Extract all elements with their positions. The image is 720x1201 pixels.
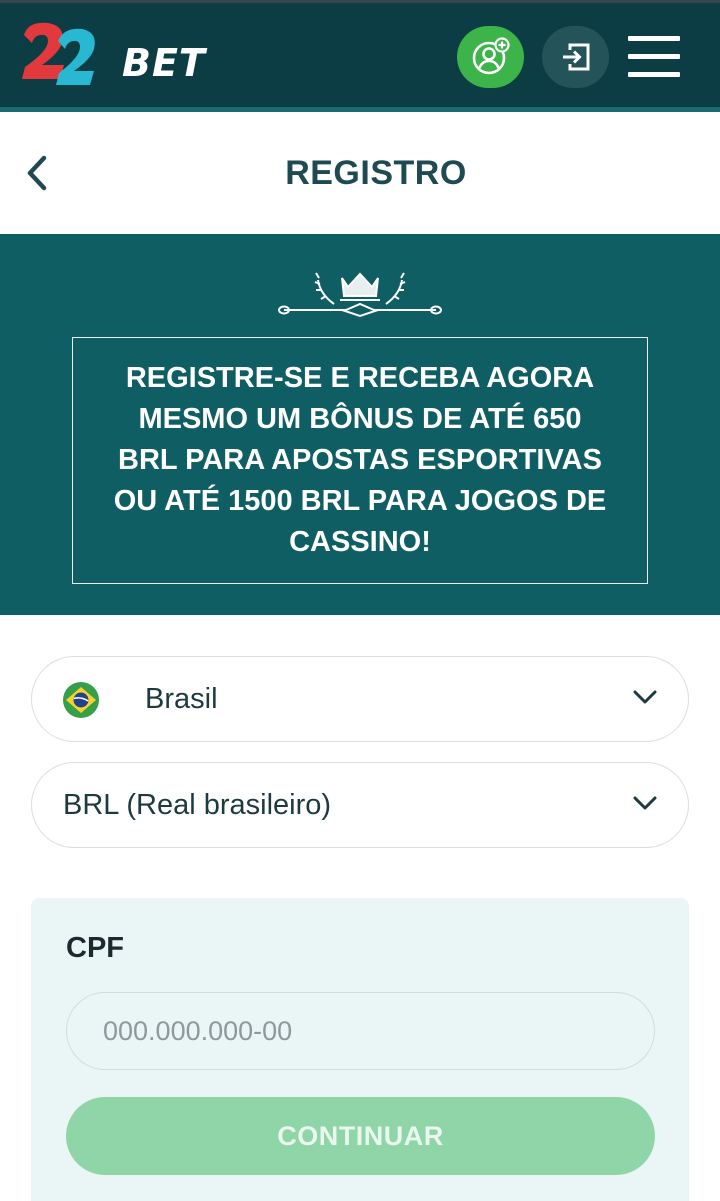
add-user-icon: [472, 37, 510, 75]
country-value: Brasil: [145, 683, 218, 715]
logo-22-icon: [22, 22, 95, 85]
page-title: REGISTRO: [285, 154, 467, 192]
crown-laurel-icon: [278, 272, 442, 318]
brazil-flag-icon: [63, 682, 99, 718]
promo-banner: REGISTRE-SE E RECEBA AGORA MESMO UM BÔNU…: [0, 234, 720, 615]
currency-select[interactable]: BRL (Real brasileiro): [31, 762, 689, 848]
currency-value: BRL (Real brasileiro): [63, 789, 332, 821]
hamburger-menu-icon[interactable]: [628, 36, 680, 78]
cpf-panel: CPF CONTINUAR: [31, 898, 689, 1201]
continue-button[interactable]: CONTINUAR: [66, 1097, 655, 1175]
page-header: REGISTRO: [0, 112, 720, 234]
cpf-input[interactable]: [66, 992, 655, 1070]
register-button[interactable]: [457, 26, 524, 88]
chevron-down-icon: [633, 690, 657, 704]
logo-text: BET: [122, 41, 206, 85]
site-logo[interactable]: BET: [18, 17, 208, 93]
login-icon: [562, 43, 589, 71]
chevron-down-icon: [633, 796, 657, 810]
top-bar: BET: [0, 0, 720, 112]
cpf-label: CPF: [66, 932, 124, 964]
login-button[interactable]: [542, 26, 609, 88]
promo-box: REGISTRE-SE E RECEBA AGORA MESMO UM BÔNU…: [72, 337, 648, 584]
promo-text: REGISTRE-SE E RECEBA AGORA MESMO UM BÔNU…: [113, 362, 607, 558]
country-select[interactable]: Brasil: [31, 656, 689, 742]
